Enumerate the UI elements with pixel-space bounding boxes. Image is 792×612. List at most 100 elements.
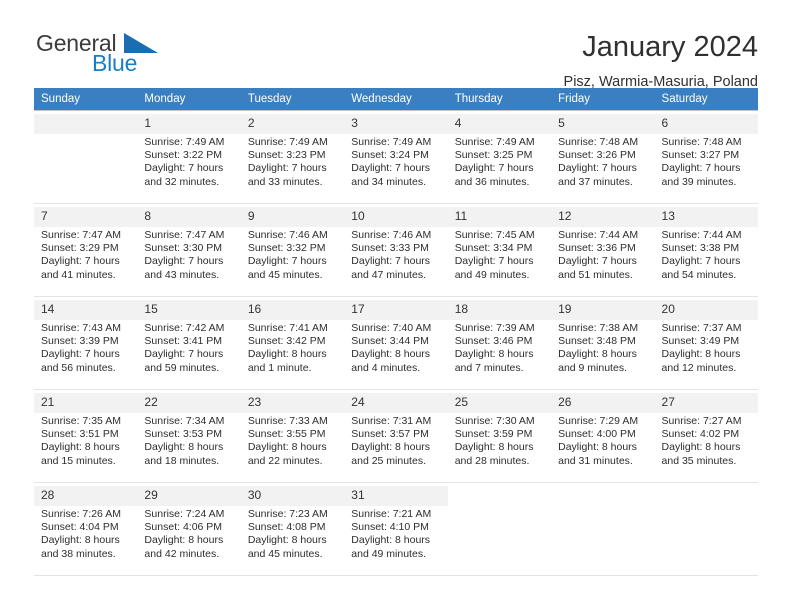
day-cell[interactable]: 24 Sunrise: 7:31 AM Sunset: 3:57 PM Dayli… — [344, 389, 448, 483]
day-number: 13 — [654, 207, 758, 227]
day-cell[interactable]: 13 Sunrise: 7:44 AM Sunset: 3:38 PM Dayli… — [654, 203, 758, 297]
day-cell[interactable]: 18 Sunrise: 7:39 AM Sunset: 3:46 PM Dayli… — [447, 296, 552, 390]
day-info: Sunrise: 7:41 AM Sunset: 3:42 PM Dayligh… — [247, 322, 328, 374]
day-info: Sunrise: 7:43 AM Sunset: 3:39 PM Dayligh… — [41, 322, 121, 374]
day-number: 11 — [447, 207, 552, 227]
day-info: Sunrise: 7:46 AM Sunset: 3:33 PM Dayligh… — [351, 229, 432, 281]
page-subtitle: Pisz, Warmia-Masuria, Poland — [563, 74, 758, 90]
day-cell[interactable]: 1 Sunrise: 7:49 AM Sunset: 3:22 PM Daylig… — [137, 110, 241, 204]
day-cell[interactable]: 17 Sunrise: 7:40 AM Sunset: 3:44 PM Dayli… — [344, 296, 448, 390]
day-info: Sunrise: 7:48 AM Sunset: 3:26 PM Dayligh… — [558, 136, 639, 188]
day-number — [558, 486, 647, 488]
day-cell[interactable]: 8 Sunrise: 7:47 AM Sunset: 3:30 PM Daylig… — [137, 203, 241, 297]
day-info: Sunrise: 7:49 AM Sunset: 3:23 PM Dayligh… — [247, 136, 328, 188]
day-cell[interactable]: 16 Sunrise: 7:41 AM Sunset: 3:42 PM Dayli… — [240, 296, 345, 390]
page-title: January 2024 — [582, 31, 758, 63]
day-number — [455, 486, 544, 488]
day-cell[interactable]: 25 Sunrise: 7:30 AM Sunset: 3:59 PM Dayli… — [447, 389, 552, 483]
day-info: Sunrise: 7:44 AM Sunset: 3:38 PM Dayligh… — [661, 229, 742, 281]
weekday-header-monday: Monday — [137, 88, 241, 111]
day-number: 15 — [137, 300, 241, 320]
day-number: 6 — [654, 114, 758, 134]
week-row: 7 Sunrise: 7:47 AM Sunset: 3:29 PM Daylig… — [34, 203, 758, 297]
day-info: Sunrise: 7:40 AM Sunset: 3:44 PM Dayligh… — [351, 322, 432, 374]
day-cell[interactable]: 27 Sunrise: 7:27 AM Sunset: 4:02 PM Dayli… — [654, 389, 758, 483]
day-cell[interactable]: 20 Sunrise: 7:37 AM Sunset: 3:49 PM Dayli… — [654, 296, 758, 390]
day-info: Sunrise: 7:29 AM Sunset: 4:00 PM Dayligh… — [558, 415, 639, 467]
day-number: 5 — [551, 114, 655, 134]
day-info: Sunrise: 7:34 AM Sunset: 3:53 PM Dayligh… — [144, 415, 225, 467]
calendar-page: General Blue January 2024 Pisz, Warmia-M… — [0, 0, 792, 612]
day-number: 18 — [447, 300, 552, 320]
day-cell[interactable]: 9 Sunrise: 7:46 AM Sunset: 3:32 PM Daylig… — [240, 203, 345, 297]
day-cell[interactable]: 21 Sunrise: 7:35 AM Sunset: 3:51 PM Dayli… — [34, 389, 138, 483]
weekday-header-sunday: Sunday — [34, 88, 138, 111]
day-info: Sunrise: 7:48 AM Sunset: 3:27 PM Dayligh… — [661, 136, 742, 188]
day-info: Sunrise: 7:35 AM Sunset: 3:51 PM Dayligh… — [41, 415, 121, 467]
day-number — [662, 486, 751, 488]
weekday-header-tuesday: Tuesday — [240, 88, 345, 111]
day-number: 25 — [447, 393, 552, 413]
day-cell[interactable]: 5 Sunrise: 7:48 AM Sunset: 3:26 PM Daylig… — [551, 110, 655, 204]
general-blue-logo[interactable]: General Blue — [34, 28, 184, 84]
day-info: Sunrise: 7:38 AM Sunset: 3:48 PM Dayligh… — [558, 322, 639, 374]
day-cell[interactable]: 12 Sunrise: 7:44 AM Sunset: 3:36 PM Dayli… — [551, 203, 655, 297]
day-cell[interactable]: 4 Sunrise: 7:49 AM Sunset: 3:25 PM Daylig… — [447, 110, 552, 204]
day-cell[interactable]: 15 Sunrise: 7:42 AM Sunset: 3:41 PM Dayli… — [137, 296, 241, 390]
day-number: 1 — [137, 114, 241, 134]
day-number: 4 — [447, 114, 552, 134]
day-info: Sunrise: 7:49 AM Sunset: 3:22 PM Dayligh… — [144, 136, 225, 188]
day-cell[interactable]: 23 Sunrise: 7:33 AM Sunset: 3:55 PM Dayli… — [240, 389, 345, 483]
day-info: Sunrise: 7:24 AM Sunset: 4:06 PM Dayligh… — [144, 508, 225, 560]
day-info: Sunrise: 7:26 AM Sunset: 4:04 PM Dayligh… — [41, 508, 121, 560]
day-cell[interactable]: 6 Sunrise: 7:48 AM Sunset: 3:27 PM Daylig… — [654, 110, 758, 204]
day-info: Sunrise: 7:42 AM Sunset: 3:41 PM Dayligh… — [144, 322, 225, 374]
day-number — [34, 114, 138, 134]
day-cell[interactable]: 22 Sunrise: 7:34 AM Sunset: 3:53 PM Dayli… — [137, 389, 241, 483]
day-cell[interactable]: 11 Sunrise: 7:45 AM Sunset: 3:34 PM Dayli… — [447, 203, 552, 297]
page-header: General Blue January 2024 Pisz, Warmia-M… — [0, 0, 792, 90]
day-number: 22 — [137, 393, 241, 413]
day-cell[interactable]: 29 Sunrise: 7:24 AM Sunset: 4:06 PM Dayli… — [137, 482, 241, 576]
day-number: 19 — [551, 300, 655, 320]
day-info: Sunrise: 7:47 AM Sunset: 3:30 PM Dayligh… — [144, 229, 225, 281]
week-row: 14 Sunrise: 7:43 AM Sunset: 3:39 PM Dayli… — [34, 296, 758, 390]
day-number: 23 — [240, 393, 345, 413]
month-calendar: Sunday Monday Tuesday Wednesday Thursday… — [34, 88, 758, 576]
day-number: 8 — [137, 207, 241, 227]
day-number: 27 — [654, 393, 758, 413]
logo-text-blue: Blue — [92, 50, 138, 76]
day-number: 28 — [34, 486, 138, 506]
day-cell[interactable]: 2 Sunrise: 7:49 AM Sunset: 3:23 PM Daylig… — [240, 110, 345, 204]
day-cell-empty — [551, 482, 655, 576]
day-cell[interactable]: 28 Sunrise: 7:26 AM Sunset: 4:04 PM Dayli… — [34, 482, 138, 576]
day-cell[interactable]: 7 Sunrise: 7:47 AM Sunset: 3:29 PM Daylig… — [34, 203, 138, 297]
day-number: 24 — [344, 393, 448, 413]
day-number: 31 — [344, 486, 448, 506]
day-info: Sunrise: 7:44 AM Sunset: 3:36 PM Dayligh… — [558, 229, 639, 281]
week-row: 1 Sunrise: 7:49 AM Sunset: 3:22 PM Daylig… — [34, 110, 758, 204]
day-cell[interactable]: 19 Sunrise: 7:38 AM Sunset: 3:48 PM Dayli… — [551, 296, 655, 390]
title-block: January 2024 Pisz, Warmia-Masuria, Polan… — [564, 28, 758, 92]
day-cell[interactable]: 3 Sunrise: 7:49 AM Sunset: 3:24 PM Daylig… — [344, 110, 448, 204]
day-info: Sunrise: 7:21 AM Sunset: 4:10 PM Dayligh… — [351, 508, 432, 560]
day-cell[interactable]: 30 Sunrise: 7:23 AM Sunset: 4:08 PM Dayli… — [240, 482, 345, 576]
weekday-header-wednesday: Wednesday — [344, 88, 448, 111]
day-cell-empty — [34, 110, 138, 204]
day-cell[interactable]: 14 Sunrise: 7:43 AM Sunset: 3:39 PM Dayli… — [34, 296, 138, 390]
day-number: 3 — [344, 114, 448, 134]
day-cell[interactable]: 26 Sunrise: 7:29 AM Sunset: 4:00 PM Dayli… — [551, 389, 655, 483]
day-number: 16 — [240, 300, 345, 320]
weekday-header-thursday: Thursday — [447, 88, 552, 111]
day-cell[interactable]: 31 Sunrise: 7:21 AM Sunset: 4:10 PM Dayli… — [344, 482, 448, 576]
day-info: Sunrise: 7:31 AM Sunset: 3:57 PM Dayligh… — [351, 415, 432, 467]
day-number: 14 — [34, 300, 138, 320]
day-cell-empty — [447, 482, 552, 576]
day-cell[interactable]: 10 Sunrise: 7:46 AM Sunset: 3:33 PM Dayli… — [344, 203, 448, 297]
day-info: Sunrise: 7:27 AM Sunset: 4:02 PM Dayligh… — [661, 415, 742, 467]
week-row: 28 Sunrise: 7:26 AM Sunset: 4:04 PM Dayli… — [34, 482, 758, 576]
day-number: 2 — [240, 114, 345, 134]
day-info: Sunrise: 7:47 AM Sunset: 3:29 PM Dayligh… — [41, 229, 121, 281]
day-info: Sunrise: 7:46 AM Sunset: 3:32 PM Dayligh… — [247, 229, 328, 281]
week-row: 21 Sunrise: 7:35 AM Sunset: 3:51 PM Dayli… — [34, 389, 758, 483]
